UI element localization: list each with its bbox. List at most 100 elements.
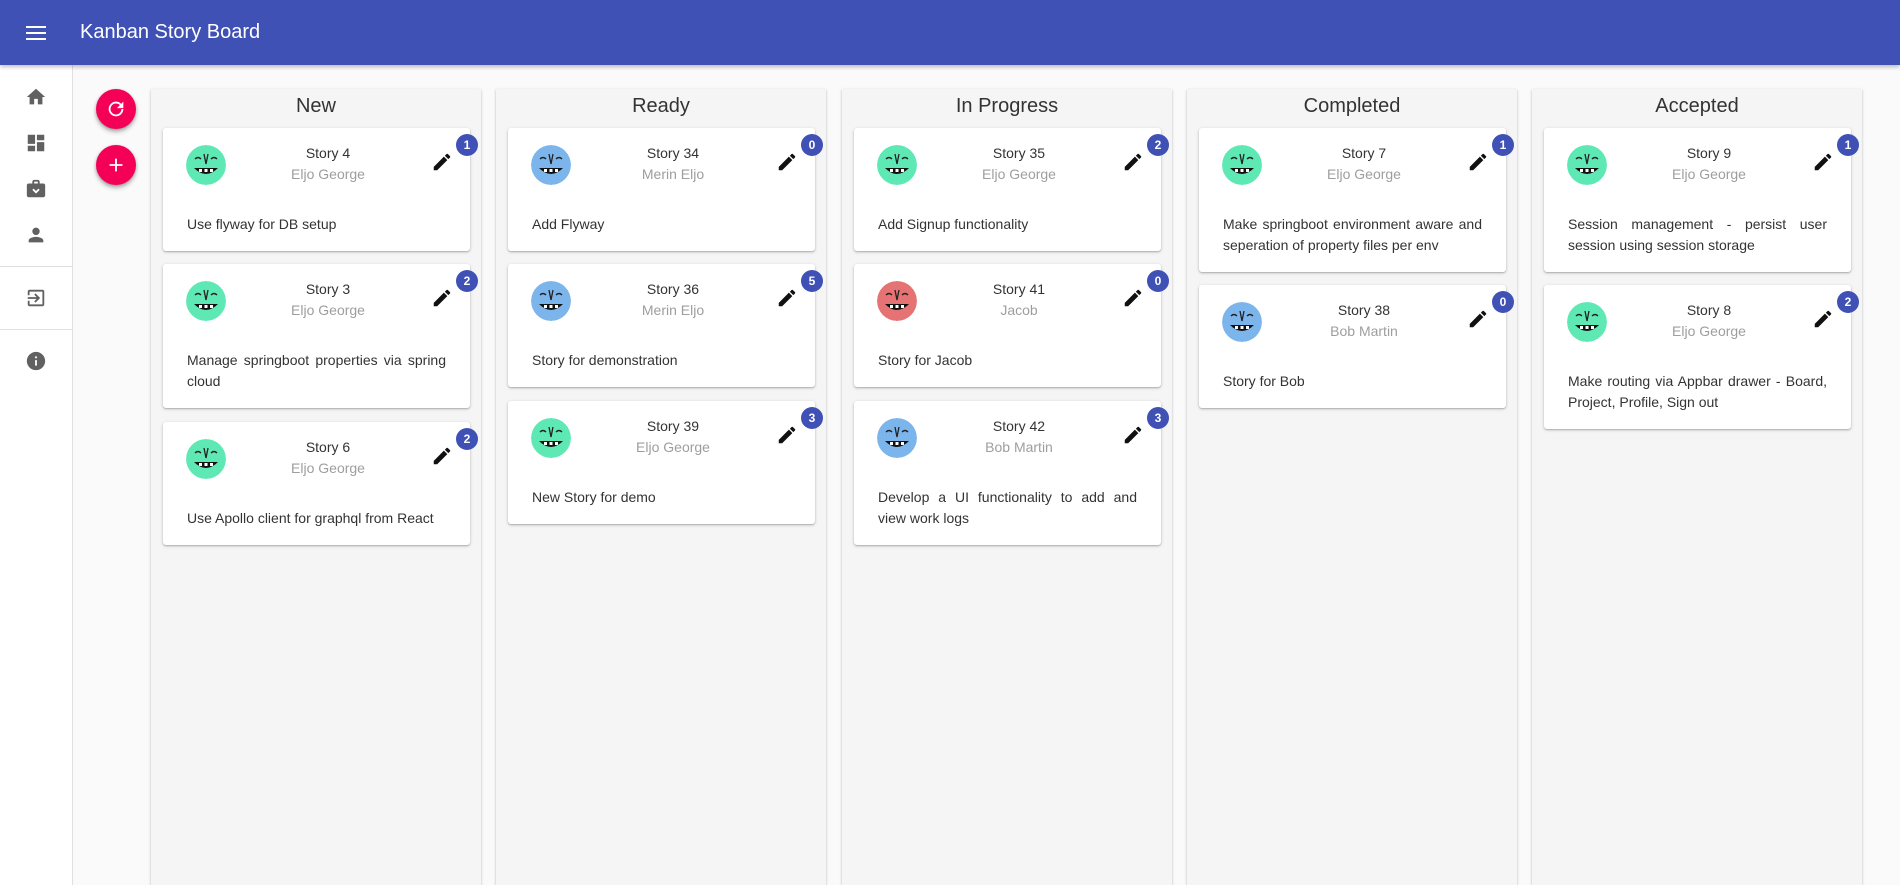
story-card[interactable]: Story 39 Eljo George 3 New Story for demo (508, 401, 823, 524)
card-header: Story 8 Eljo George 2 (1544, 285, 1859, 371)
edit-icon[interactable] (1464, 305, 1492, 333)
column-title: New (295, 95, 336, 117)
edit-icon[interactable] (1464, 148, 1492, 176)
story-title: Story 34 (646, 145, 700, 161)
story-card[interactable]: Story 4 Eljo George 1 Use flyway for DB set… (163, 128, 478, 251)
work-icon[interactable] (0, 166, 72, 212)
edit-icon[interactable] (773, 148, 801, 176)
story-owner: Eljo George (1672, 166, 1746, 182)
person-icon[interactable] (0, 212, 72, 258)
story-title: Story 9 (1686, 145, 1732, 161)
story-title: Story 39 (646, 418, 700, 434)
edit-icon[interactable] (1809, 148, 1837, 176)
add-story-button[interactable] (96, 145, 136, 185)
column-title: Accepted (1655, 95, 1739, 117)
avatar (531, 281, 571, 321)
card-header: Story 41 Jacob 0 (854, 264, 1169, 350)
story-owner: Bob Martin (985, 439, 1053, 455)
card-header: Story 38 Bob Martin 0 (1199, 285, 1514, 371)
card-header: Story 42 Bob Martin 3 (854, 401, 1169, 487)
refresh-icon (108, 101, 124, 117)
story-card[interactable]: Story 36 Merin Eljo 5 Story for demonstrati… (508, 264, 823, 387)
exit-icon[interactable] (0, 275, 72, 321)
card-header: Story 36 Merin Eljo 5 (508, 264, 823, 350)
edit-icon[interactable] (773, 284, 801, 312)
refresh-button[interactable] (96, 89, 136, 129)
column-0: New Story 4 Eljo George 1 Use flyway for DB … (151, 89, 481, 885)
edit-icon[interactable] (1119, 284, 1147, 312)
story-card[interactable]: Story 3 Eljo George 2 Manage springboot pro… (163, 264, 478, 408)
story-card[interactable]: Story 8 Eljo George 2 Make routing via Appb… (1544, 285, 1859, 429)
card-header: Story 7 Eljo George 1 (1199, 128, 1514, 214)
avatar (186, 281, 226, 321)
column-3: Completed Story 7 Eljo George 1 Make springb… (1187, 89, 1517, 885)
card-header: Story 4 Eljo George 1 (163, 128, 478, 214)
story-card[interactable]: Story 7 Eljo George 1 Make springboot envir… (1199, 128, 1514, 272)
task-count-badge: 2 (1837, 291, 1859, 313)
story-description: New Story for demo (532, 489, 656, 505)
avatar (186, 439, 226, 479)
task-count-badge: 1 (456, 134, 478, 156)
task-count-badge: 0 (1492, 291, 1514, 313)
sidebar-divider (0, 329, 72, 330)
kanban-board: New Story 4 Eljo George 1 Use flyway for DB … (151, 89, 1865, 885)
story-description: Make routing via Appbar drawer - Board, … (1568, 373, 1827, 410)
task-count-badge: 2 (456, 270, 478, 292)
story-card[interactable]: Story 41 Jacob 0 Story for Jacob (854, 264, 1169, 387)
avatar (877, 418, 917, 458)
story-card[interactable]: Story 6 Eljo George 2 Use Apollo client for… (163, 422, 478, 545)
app-title: Kanban Story Board (80, 21, 261, 43)
story-owner: Eljo George (1672, 323, 1746, 339)
menu-icon[interactable] (0, 0, 71, 65)
story-card[interactable]: Story 9 Eljo George 1 Session management - … (1544, 128, 1859, 272)
edit-icon[interactable] (428, 284, 456, 312)
story-card[interactable]: Story 38 Bob Martin 0 Story for Bob (1199, 285, 1514, 408)
story-description: Story for demonstration (532, 352, 678, 368)
story-owner: Eljo George (291, 166, 365, 182)
avatar (1567, 302, 1607, 342)
story-description: Story for Bob (1223, 373, 1305, 389)
story-title: Story 7 (1341, 145, 1387, 161)
story-owner: Merin Eljo (641, 302, 705, 318)
edit-icon[interactable] (428, 148, 456, 176)
task-count-badge: 2 (1147, 134, 1169, 156)
task-count-badge: 3 (1147, 407, 1169, 429)
story-description: Add Flyway (532, 216, 605, 232)
story-title: Story 6 (305, 439, 351, 455)
story-card[interactable]: Story 42 Bob Martin 3 Develop a UI function… (854, 401, 1169, 545)
edit-icon[interactable] (1119, 148, 1147, 176)
story-owner: Jacob (1000, 302, 1038, 318)
info-icon[interactable] (0, 338, 72, 384)
story-owner: Eljo George (291, 302, 365, 318)
edit-icon[interactable] (428, 442, 456, 470)
story-card[interactable]: Story 35 Eljo George 2 Add Signup functiona… (854, 128, 1169, 251)
column-4: Accepted Story 9 Eljo George 1 Session manag… (1532, 89, 1862, 885)
story-title: Story 42 (992, 418, 1046, 434)
story-description: Use flyway for DB setup (187, 216, 337, 232)
story-description: Add Signup functionality (878, 216, 1029, 232)
avatar (1567, 145, 1607, 185)
dashboard-icon[interactable] (0, 120, 72, 166)
story-description: Story for Jacob (878, 352, 973, 368)
card-header: Story 39 Eljo George 3 (508, 401, 823, 487)
task-count-badge: 0 (1147, 270, 1169, 292)
column-1: Ready Story 34 Merin Eljo 0 Add Flyway Story … (496, 89, 826, 885)
card-header: Story 6 Eljo George 2 (163, 422, 478, 508)
edit-icon[interactable] (773, 421, 801, 449)
task-count-badge: 0 (801, 134, 823, 156)
story-description: Make springboot environment aware and se… (1223, 216, 1482, 253)
task-count-badge: 1 (1837, 134, 1859, 156)
home-icon[interactable] (0, 74, 72, 120)
column-title: Ready (632, 95, 690, 117)
story-title: Story 8 (1686, 302, 1732, 318)
story-title: Story 41 (992, 281, 1046, 297)
avatar (531, 418, 571, 458)
story-title: Story 38 (1337, 302, 1391, 318)
card-header: Story 9 Eljo George 1 (1544, 128, 1859, 214)
edit-icon[interactable] (1119, 421, 1147, 449)
edit-icon[interactable] (1809, 305, 1837, 333)
app-bar: Kanban Story Board (0, 0, 1900, 65)
story-description: Develop a UI functionality to add and vi… (878, 489, 1137, 526)
story-owner: Bob Martin (1330, 323, 1398, 339)
story-card[interactable]: Story 34 Merin Eljo 0 Add Flyway (508, 128, 823, 251)
